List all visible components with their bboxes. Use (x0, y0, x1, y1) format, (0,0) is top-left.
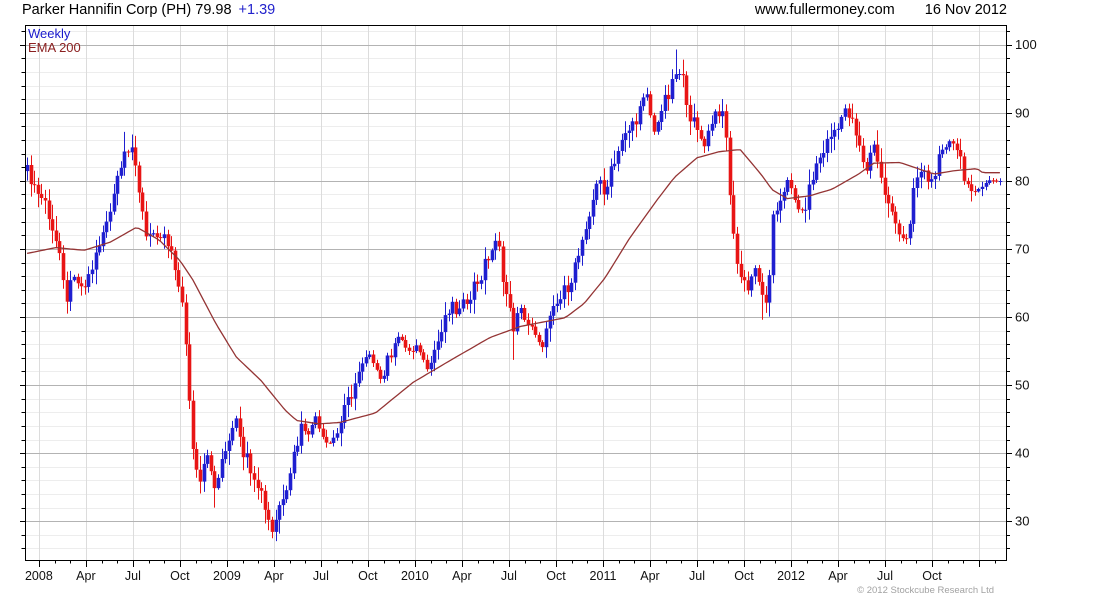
site-url: www.fullermoney.com (754, 2, 895, 18)
page-title: Parker Hannifin Corp (PH) 79.98 +1.39 (22, 2, 275, 18)
chart-legend: Weekly EMA 200 (28, 27, 81, 55)
svg-text:2008: 2008 (25, 569, 53, 583)
svg-text:Oct: Oct (170, 569, 190, 583)
svg-text:40: 40 (1015, 446, 1029, 461)
svg-text:70: 70 (1015, 241, 1029, 256)
svg-text:2011: 2011 (590, 569, 617, 583)
chart-date: 16 Nov 2012 (924, 2, 1007, 18)
legend-ema: EMA 200 (28, 40, 81, 55)
svg-text:Jul: Jul (877, 569, 893, 583)
svg-text:Oct: Oct (358, 569, 378, 583)
svg-text:30: 30 (1015, 514, 1029, 529)
svg-text:Jul: Jul (125, 569, 141, 583)
svg-text:Apr: Apr (264, 569, 283, 583)
price-change: +1.39 (238, 2, 276, 18)
copyright-notice: © 2012 Stockcube Research Ltd (857, 585, 994, 596)
grid-minor-horizontal (25, 31, 1007, 549)
svg-text:Apr: Apr (76, 569, 95, 583)
ema-line (26, 149, 1000, 425)
svg-text:Apr: Apr (452, 569, 471, 583)
svg-text:2012: 2012 (777, 569, 805, 583)
chart-canvas: 30 40 50 60 70 80 90 100 2008 Apr Jul Oct 2009 Apr Jul… (20, 25, 1037, 583)
svg-text:Jul: Jul (313, 569, 329, 583)
price-chart: 30 40 50 60 70 80 90 100 2008 Apr Jul Oct 2009 Apr Jul… (0, 0, 1100, 600)
svg-text:Oct: Oct (546, 569, 566, 583)
svg-text:Apr: Apr (640, 569, 659, 583)
instrument-title: Parker Hannifin Corp (PH) 79.98 (22, 2, 232, 18)
svg-text:90: 90 (1015, 105, 1029, 120)
header-right: www.fullermoney.com 16 Nov 2012 (755, 2, 1007, 18)
svg-text:Apr: Apr (828, 569, 847, 583)
legend-timeframe: Weekly (28, 26, 71, 41)
svg-text:Oct: Oct (734, 569, 754, 583)
svg-text:80: 80 (1015, 173, 1029, 188)
x-axis: 2008 Apr Jul Oct 2009 Apr Jul Oct 2010 Apr Jul Oct 2… (25, 560, 996, 583)
svg-text:Jul: Jul (501, 569, 517, 583)
svg-text:Jul: Jul (689, 569, 705, 583)
grid-vertical (39, 25, 980, 560)
grid-major-horizontal (25, 45, 1007, 522)
header-bar: Parker Hannifin Corp (PH) 79.98 +1.39 www… (0, 0, 1100, 22)
svg-text:100: 100 (1015, 37, 1037, 52)
svg-text:50: 50 (1015, 378, 1029, 393)
svg-text:Oct: Oct (922, 569, 942, 583)
svg-text:2009: 2009 (213, 569, 241, 583)
svg-text:60: 60 (1015, 310, 1029, 325)
svg-text:2010: 2010 (401, 569, 429, 583)
